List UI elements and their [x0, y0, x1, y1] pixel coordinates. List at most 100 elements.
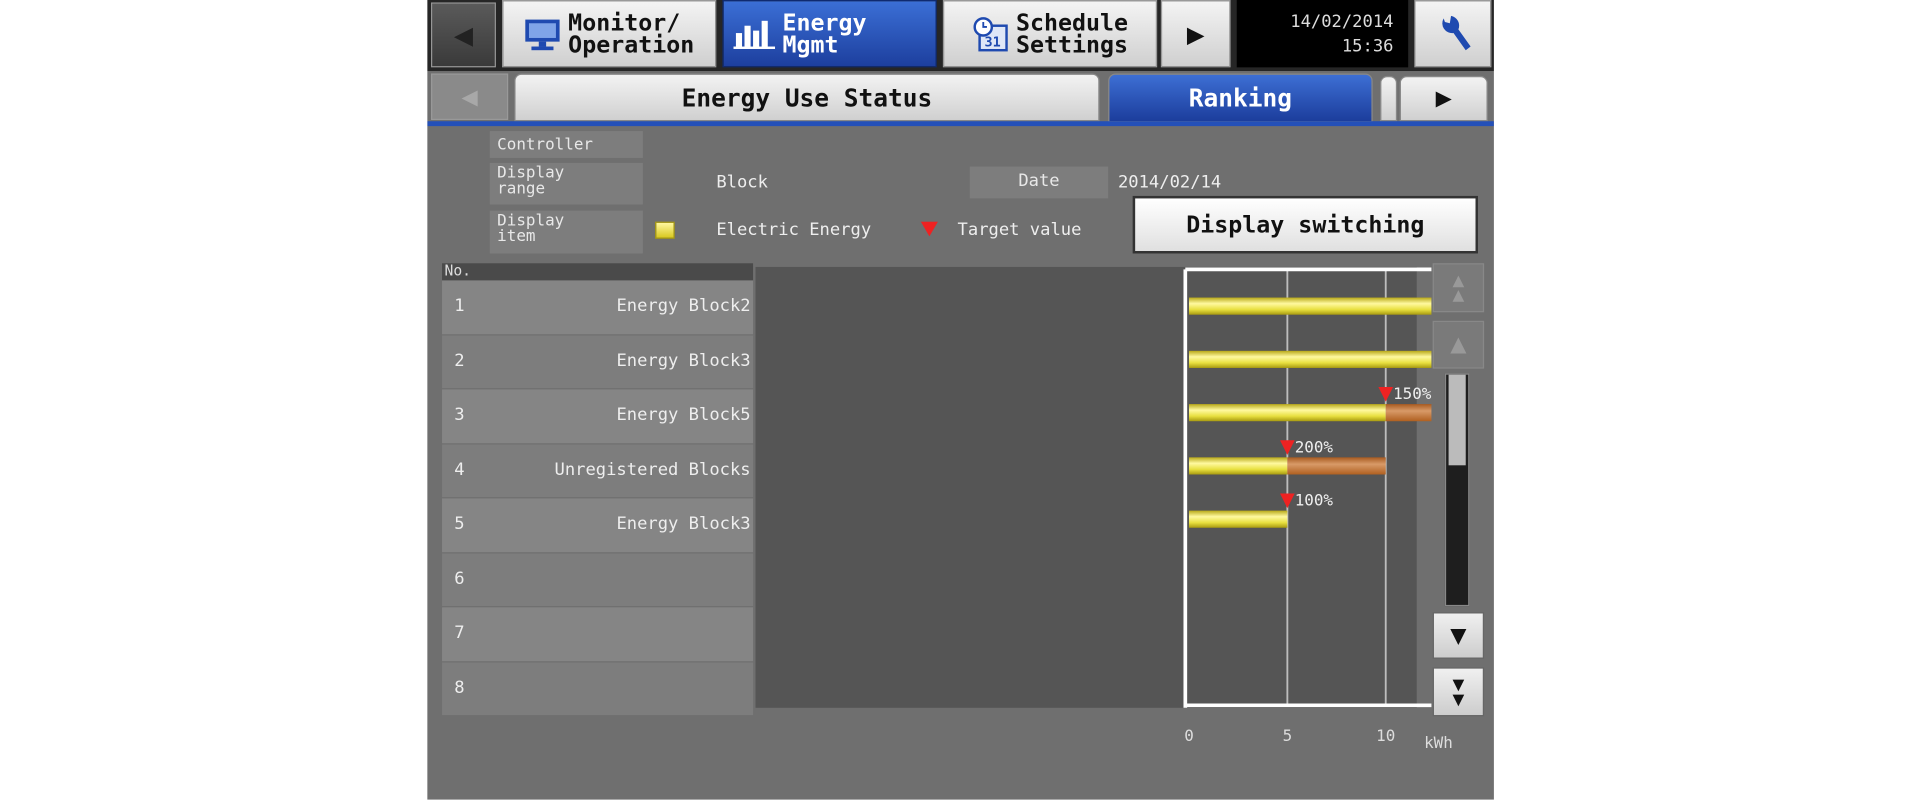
over-target-bar [1385, 404, 1432, 422]
header-text: No. [444, 262, 472, 280]
table-row[interactable]: 3 Energy Block5 [442, 389, 754, 443]
row-number: 8 [454, 677, 465, 698]
menu-energy-mgmt[interactable]: Energy Mgmt [722, 0, 937, 68]
scroll-up-button[interactable]: ▲ [1432, 320, 1485, 369]
display-range-label: Display range [489, 162, 643, 205]
clock-date: 14/02/2014 [1290, 12, 1394, 32]
row-name: Energy Block2 [616, 296, 751, 316]
legend-energy: Electric Energy [716, 220, 872, 241]
ranking-chart: 051015202530125%80%150%200%100% [1183, 267, 1432, 745]
menu-label: Settings [1016, 31, 1129, 59]
row-name: Energy Block3 [616, 350, 751, 371]
menu-next-button[interactable]: ▶ [1160, 0, 1231, 68]
clock-time: 15:36 [1341, 36, 1394, 57]
date-label: Date [969, 166, 1109, 199]
menu-label: Monitor/ [568, 9, 681, 37]
row-number: 6 [454, 568, 465, 589]
row-number: 1 [454, 296, 465, 316]
energy-bar [1188, 404, 1386, 422]
menu-label: Schedule [1016, 9, 1129, 37]
row-name: Energy Block5 [616, 405, 751, 425]
menu-label: Operation [568, 31, 695, 59]
display-switching-button[interactable]: Display switching [1132, 195, 1478, 254]
target-triangle-icon [920, 221, 938, 237]
legend-target: Target value [957, 220, 1082, 241]
menu-monitor-operation[interactable]: Monitor/Operation [502, 0, 717, 68]
row-number: 3 [454, 405, 465, 425]
table-row[interactable]: 8 [442, 661, 754, 716]
right-arrow-icon: ▶ [1186, 16, 1205, 51]
x-tick-label: 10 [1376, 726, 1395, 745]
label-text: Display [497, 164, 565, 183]
energy-legend-swatch [655, 221, 675, 239]
row-number: 2 [454, 350, 465, 371]
table-row[interactable]: 6 [442, 552, 754, 607]
scroll-bottom-button[interactable]: ▼ ▼ [1432, 667, 1485, 717]
scrollbar-track[interactable] [1444, 373, 1470, 607]
row-name: Unregistered Blocks [554, 459, 751, 480]
tab-partial[interactable] [1380, 75, 1398, 122]
table-row[interactable]: 4 Unregistered Blocks [442, 443, 754, 498]
wrench-icon [1441, 15, 1471, 50]
x-tick-label: 5 [1283, 726, 1293, 745]
table-row[interactable]: 1 Energy Block2 [442, 280, 754, 334]
menu-schedule-settings[interactable]: 31 Schedule Settings [942, 0, 1158, 68]
tab-energy-use-status[interactable]: Energy Use Status [514, 73, 1100, 122]
tab-prev-button[interactable]: ◀ [431, 73, 509, 121]
target-marker [1378, 386, 1394, 402]
tab-label: Energy Use Status [681, 82, 933, 113]
button-label: Display switching [1186, 211, 1425, 239]
down-arrow-icon: ▼ [1450, 620, 1467, 651]
display-range-value: Block [716, 172, 768, 193]
chart-frame [1183, 267, 1432, 708]
energy-bar [1188, 510, 1288, 528]
tab-ranking[interactable]: Ranking [1108, 73, 1373, 123]
double-down-arrow-icon: ▼ ▼ [1452, 672, 1465, 711]
over-target-bar [1287, 457, 1386, 475]
bar-chart-icon [733, 20, 776, 49]
scroll-down-button[interactable]: ▼ [1432, 612, 1485, 659]
menu-label: Energy [782, 9, 867, 37]
energy-bar [1188, 350, 1432, 368]
row-number: 7 [454, 623, 465, 643]
svg-text:31: 31 [984, 35, 1000, 50]
up-arrow-icon: ▲ [1450, 329, 1467, 361]
double-up-arrow-icon: ▲ ▲ [1452, 268, 1465, 307]
menu-prev-button[interactable]: ◀ [431, 2, 496, 68]
row-name: Energy Block3 [616, 514, 751, 534]
calendar-clock-icon: 31 [973, 16, 1008, 51]
energy-ranking-screen: ◀ Monitor/Operation Energy Mgmt 31 Schedu… [427, 0, 1494, 800]
tab-label: Ranking [1188, 83, 1293, 113]
scroll-top-button[interactable]: ▲ ▲ [1432, 263, 1485, 313]
controller-label: Controller [489, 131, 643, 158]
data-label: 100% [1295, 491, 1334, 510]
tab-underline [427, 121, 1494, 127]
label-text: Controller [497, 135, 594, 155]
energy-bar [1188, 457, 1288, 475]
target-marker [1280, 493, 1295, 509]
table-row[interactable]: 5 Energy Block3 [442, 498, 754, 552]
row-number: 4 [454, 459, 465, 480]
energy-bar [1188, 297, 1432, 315]
label-text: item [497, 227, 536, 247]
display-item-label: Display item [489, 210, 643, 254]
table-header-no: No. [442, 262, 754, 281]
table-row[interactable]: 7 [442, 607, 754, 661]
settings-button[interactable] [1414, 0, 1492, 68]
label-text: range [497, 180, 546, 199]
tab-next-button[interactable]: ▶ [1399, 75, 1488, 122]
left-arrow-icon: ◀ [453, 16, 474, 54]
row-number: 5 [454, 514, 465, 534]
date-value: 2014/02/14 [1117, 172, 1222, 193]
right-arrow-icon: ▶ [1435, 83, 1452, 114]
scrollbar-thumb[interactable] [1448, 374, 1466, 466]
menu-label: Mgmt [782, 31, 839, 59]
label-text: Display [497, 211, 565, 231]
x-tick-label: 0 [1184, 726, 1194, 745]
label-text: Date [1018, 171, 1060, 192]
table-row[interactable]: 2 Energy Block3 [442, 334, 754, 389]
x-axis-unit: kWh [1424, 734, 1453, 754]
left-arrow-icon: ◀ [461, 81, 478, 113]
data-label: 200% [1295, 437, 1334, 456]
target-marker [1280, 440, 1295, 455]
